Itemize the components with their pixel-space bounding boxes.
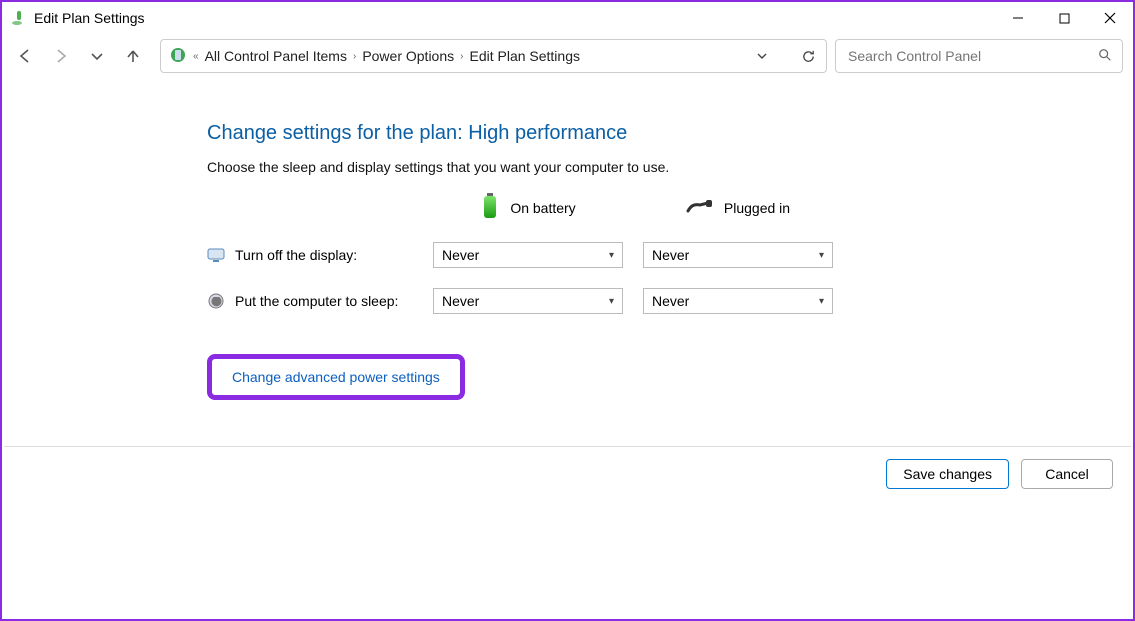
advanced-power-settings-link[interactable]: Change advanced power settings <box>232 369 440 385</box>
row-label-text: Put the computer to sleep: <box>235 293 398 309</box>
search-box[interactable] <box>835 39 1123 73</box>
window-controls <box>995 3 1133 33</box>
minimize-button[interactable] <box>995 3 1041 33</box>
footer-buttons: Save changes Cancel <box>4 446 1131 489</box>
page-title: Change settings for the plan: High perfo… <box>207 122 1133 145</box>
address-bar[interactable]: « All Control Panel Items › Power Option… <box>160 39 827 73</box>
dropdown-value: Never <box>442 293 479 309</box>
app-icon <box>10 9 28 27</box>
search-input[interactable] <box>846 47 1090 65</box>
chevron-down-icon: ▾ <box>819 250 824 261</box>
page-subtitle: Choose the sleep and display settings th… <box>207 159 1133 175</box>
breadcrumb-item[interactable]: Edit Plan Settings <box>469 48 580 64</box>
column-label-plugged: Plugged in <box>724 200 790 216</box>
up-button[interactable] <box>124 47 142 65</box>
chevron-right-icon: › <box>460 51 463 62</box>
main-content: Change settings for the plan: High perfo… <box>2 74 1133 400</box>
save-button[interactable]: Save changes <box>886 459 1009 489</box>
display-battery-dropdown[interactable]: Never ▾ <box>433 242 623 268</box>
plug-icon <box>686 197 714 218</box>
sleep-battery-dropdown[interactable]: Never ▾ <box>433 288 623 314</box>
close-button[interactable] <box>1087 3 1133 33</box>
chevron-right-icon: › <box>353 51 356 62</box>
button-label: Save changes <box>903 466 992 482</box>
chevron-down-icon: ▾ <box>609 250 614 261</box>
breadcrumb-item[interactable]: Power Options <box>362 48 454 64</box>
breadcrumb-label: All Control Panel Items <box>205 48 347 64</box>
window-title: Edit Plan Settings <box>34 10 145 26</box>
row-label-text: Turn off the display: <box>235 247 357 263</box>
display-icon <box>207 246 225 264</box>
refresh-button[interactable] <box>798 46 818 66</box>
dropdown-value: Never <box>652 293 689 309</box>
control-panel-icon <box>169 46 187 67</box>
sleep-icon <box>207 292 225 310</box>
title-bar: Edit Plan Settings <box>2 2 1133 34</box>
breadcrumb-label: Power Options <box>362 48 454 64</box>
row-label-sleep: Put the computer to sleep: <box>207 292 433 310</box>
advanced-link-highlight: Change advanced power settings <box>207 354 465 400</box>
chevron-down-icon: ▾ <box>609 296 614 307</box>
toolbar: « All Control Panel Items › Power Option… <box>2 34 1133 74</box>
dropdown-value: Never <box>652 247 689 263</box>
sleep-plugged-dropdown[interactable]: Never ▾ <box>643 288 833 314</box>
display-plugged-dropdown[interactable]: Never ▾ <box>643 242 833 268</box>
row-label-display: Turn off the display: <box>207 246 433 264</box>
breadcrumb-overflow-icon[interactable]: « <box>193 51 199 62</box>
dropdown-value: Never <box>442 247 479 263</box>
forward-button[interactable] <box>52 47 70 65</box>
chevron-down-icon: ▾ <box>819 296 824 307</box>
breadcrumb-label: Edit Plan Settings <box>469 48 580 64</box>
button-label: Cancel <box>1045 466 1089 482</box>
breadcrumb-item[interactable]: All Control Panel Items <box>205 48 347 64</box>
battery-icon <box>480 193 500 222</box>
search-icon[interactable] <box>1098 48 1112 65</box>
back-button[interactable] <box>16 47 34 65</box>
cancel-button[interactable]: Cancel <box>1021 459 1113 489</box>
address-dropdown-button[interactable] <box>752 46 772 66</box>
column-label-battery: On battery <box>510 200 575 216</box>
maximize-button[interactable] <box>1041 3 1087 33</box>
recent-dropdown-button[interactable] <box>88 47 106 65</box>
